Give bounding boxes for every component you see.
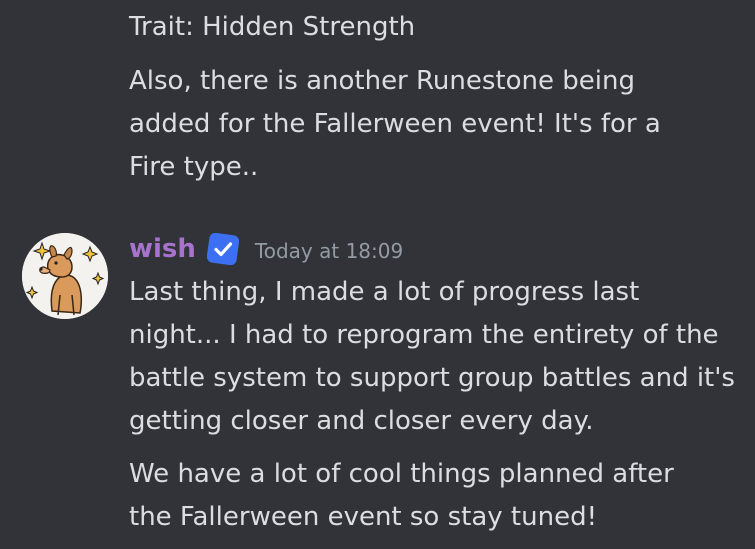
username[interactable]: wish xyxy=(129,228,196,270)
message-paragraph: We have a lot of cool things planned aft… xyxy=(129,459,674,532)
chat-message-list: Trait: Hidden Strength Also, there is an… xyxy=(0,0,755,537)
previous-message-content: Trait: Hidden Strength Also, there is an… xyxy=(129,6,729,200)
avatar[interactable] xyxy=(22,233,108,319)
dog-sparkles-avatar-image xyxy=(22,233,108,319)
message-paragraph: Last thing, I made a lot of progress las… xyxy=(129,277,735,436)
message-paragraph: Trait: Hidden Strength xyxy=(129,12,416,42)
message-timestamp[interactable]: Today at 18:09 xyxy=(255,230,403,272)
message-header: wish Today at 18:09 xyxy=(129,228,403,270)
message-content: Last thing, I made a lot of progress las… xyxy=(129,271,739,549)
verified-check-icon[interactable] xyxy=(206,233,239,265)
message-paragraph: Also, there is another Runestone being a… xyxy=(129,66,661,182)
